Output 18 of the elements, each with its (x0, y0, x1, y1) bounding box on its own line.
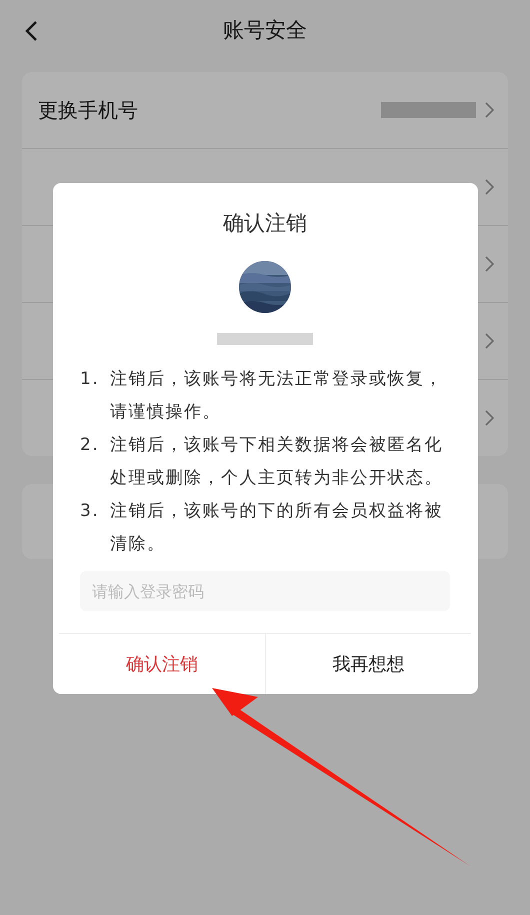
page-title: 账号安全 (223, 17, 307, 44)
term-text: 注销后，该账号将无法正常登录或恢复，请谨慎操作。 (110, 368, 444, 424)
password-field[interactable]: 请输入登录密码 (80, 571, 450, 611)
chevron-icon (484, 101, 494, 119)
dialog-title: 确认注销 (223, 210, 307, 237)
term-text: 注销后，该账号下相关数据将会被匿名化处理或删除，个人主页转为非公开状态。 (110, 434, 444, 490)
row-label: 更换手机号 (38, 96, 139, 124)
term-text: 注销后，该账号的下的所有会员权益将被清除。 (110, 500, 444, 556)
settings-row[interactable]: 更换手机号 (22, 72, 508, 148)
chevron-icon (484, 409, 494, 427)
chevron-icon (484, 332, 494, 350)
term-number: 1. (80, 368, 100, 391)
chevron-icon (484, 255, 494, 273)
term-number: 2. (80, 434, 100, 457)
cancel-button[interactable]: 我再想想 (264, 634, 471, 694)
term-number: 3. (80, 500, 100, 523)
back-icon[interactable] (24, 20, 38, 42)
chevron-icon (484, 178, 494, 196)
